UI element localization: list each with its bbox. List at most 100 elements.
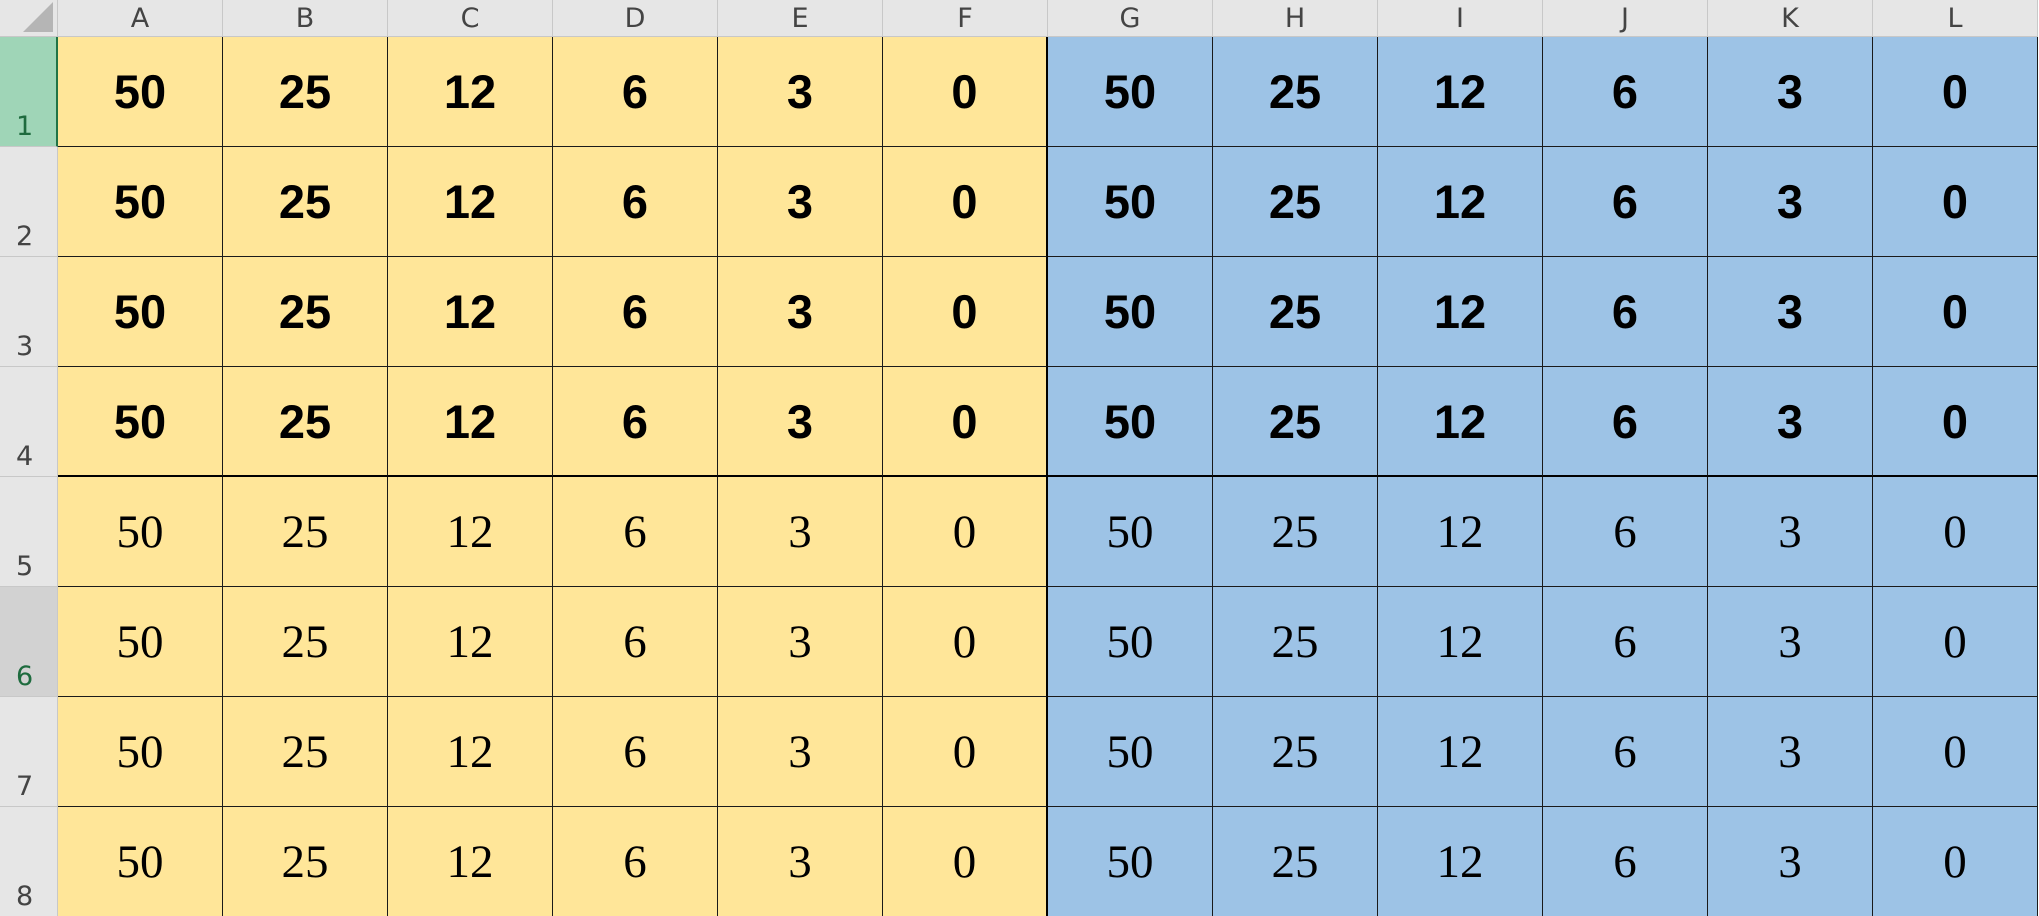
cell-h1[interactable]: 25 [1213,37,1378,147]
row-header-6[interactable]: 6 [0,587,58,697]
cell-e6[interactable]: 3 [718,587,883,697]
cell-f3[interactable]: 0 [883,257,1048,367]
cell-a3[interactable]: 50 [58,257,223,367]
cell-j2[interactable]: 6 [1543,147,1708,257]
cell-c6[interactable]: 12 [388,587,553,697]
cell-l8[interactable]: 0 [1873,807,2038,916]
cell-h2[interactable]: 25 [1213,147,1378,257]
cell-k6[interactable]: 3 [1708,587,1873,697]
cell-i7[interactable]: 12 [1378,697,1543,807]
cell-f8[interactable]: 0 [883,807,1048,916]
cell-e1[interactable]: 3 [718,37,883,147]
cell-f2[interactable]: 0 [883,147,1048,257]
column-header-d[interactable]: D [553,0,718,37]
cell-h5[interactable]: 25 [1213,477,1378,587]
cell-d3[interactable]: 6 [553,257,718,367]
select-all-corner[interactable] [0,0,58,37]
column-header-h[interactable]: H [1213,0,1378,37]
cell-l1[interactable]: 0 [1873,37,2038,147]
cell-k5[interactable]: 3 [1708,477,1873,587]
cell-b7[interactable]: 25 [223,697,388,807]
cell-e4[interactable]: 3 [718,367,883,477]
cell-a6[interactable]: 50 [58,587,223,697]
cell-b1[interactable]: 25 [223,37,388,147]
cell-k3[interactable]: 3 [1708,257,1873,367]
cell-l2[interactable]: 0 [1873,147,2038,257]
cell-c3[interactable]: 12 [388,257,553,367]
cell-g6[interactable]: 50 [1048,587,1213,697]
cell-c7[interactable]: 12 [388,697,553,807]
cell-i6[interactable]: 12 [1378,587,1543,697]
cell-g2[interactable]: 50 [1048,147,1213,257]
column-header-l[interactable]: L [1873,0,2038,37]
cell-e5[interactable]: 3 [718,477,883,587]
cell-j3[interactable]: 6 [1543,257,1708,367]
cell-h7[interactable]: 25 [1213,697,1378,807]
cell-b5[interactable]: 25 [223,477,388,587]
cell-c4[interactable]: 12 [388,367,553,477]
cell-l6[interactable]: 0 [1873,587,2038,697]
row-header-5[interactable]: 5 [0,477,58,587]
cell-a1[interactable]: 50 [58,37,223,147]
cell-d6[interactable]: 6 [553,587,718,697]
cell-b2[interactable]: 25 [223,147,388,257]
cell-a2[interactable]: 50 [58,147,223,257]
cell-d1[interactable]: 6 [553,37,718,147]
column-header-b[interactable]: B [223,0,388,37]
cell-f1[interactable]: 0 [883,37,1048,147]
cell-h3[interactable]: 25 [1213,257,1378,367]
cell-i4[interactable]: 12 [1378,367,1543,477]
cell-g5[interactable]: 50 [1048,477,1213,587]
cell-h6[interactable]: 25 [1213,587,1378,697]
cell-b6[interactable]: 25 [223,587,388,697]
cell-i2[interactable]: 12 [1378,147,1543,257]
cell-c8[interactable]: 12 [388,807,553,916]
row-header-4[interactable]: 4 [0,367,58,477]
cell-g3[interactable]: 50 [1048,257,1213,367]
cell-j4[interactable]: 6 [1543,367,1708,477]
column-header-e[interactable]: E [718,0,883,37]
cell-g1[interactable]: 50 [1048,37,1213,147]
column-header-k[interactable]: K [1708,0,1873,37]
cell-f4[interactable]: 0 [883,367,1048,477]
cell-b8[interactable]: 25 [223,807,388,916]
cell-i1[interactable]: 12 [1378,37,1543,147]
row-header-2[interactable]: 2 [0,147,58,257]
cell-k8[interactable]: 3 [1708,807,1873,916]
column-header-j[interactable]: J [1543,0,1708,37]
row-header-8[interactable]: 8 [0,807,58,916]
column-header-c[interactable]: C [388,0,553,37]
column-header-a[interactable]: A [58,0,223,37]
cell-e3[interactable]: 3 [718,257,883,367]
cell-g7[interactable]: 50 [1048,697,1213,807]
cell-g4[interactable]: 50 [1048,367,1213,477]
cell-l5[interactable]: 0 [1873,477,2038,587]
cell-l4[interactable]: 0 [1873,367,2038,477]
cell-e7[interactable]: 3 [718,697,883,807]
cell-j8[interactable]: 6 [1543,807,1708,916]
cell-e8[interactable]: 3 [718,807,883,916]
cell-k1[interactable]: 3 [1708,37,1873,147]
column-header-i[interactable]: I [1378,0,1543,37]
cell-a8[interactable]: 50 [58,807,223,916]
cell-l7[interactable]: 0 [1873,697,2038,807]
cell-j6[interactable]: 6 [1543,587,1708,697]
cell-k4[interactable]: 3 [1708,367,1873,477]
cell-l3[interactable]: 0 [1873,257,2038,367]
cell-g8[interactable]: 50 [1048,807,1213,916]
cell-d4[interactable]: 6 [553,367,718,477]
cell-j5[interactable]: 6 [1543,477,1708,587]
cell-a4[interactable]: 50 [58,367,223,477]
column-header-f[interactable]: F [883,0,1048,37]
row-header-7[interactable]: 7 [0,697,58,807]
cell-e2[interactable]: 3 [718,147,883,257]
cell-j7[interactable]: 6 [1543,697,1708,807]
cell-i8[interactable]: 12 [1378,807,1543,916]
row-header-1[interactable]: 1 [0,37,58,147]
cell-i5[interactable]: 12 [1378,477,1543,587]
cell-b4[interactable]: 25 [223,367,388,477]
cell-k2[interactable]: 3 [1708,147,1873,257]
cell-d8[interactable]: 6 [553,807,718,916]
cell-d2[interactable]: 6 [553,147,718,257]
cell-i3[interactable]: 12 [1378,257,1543,367]
